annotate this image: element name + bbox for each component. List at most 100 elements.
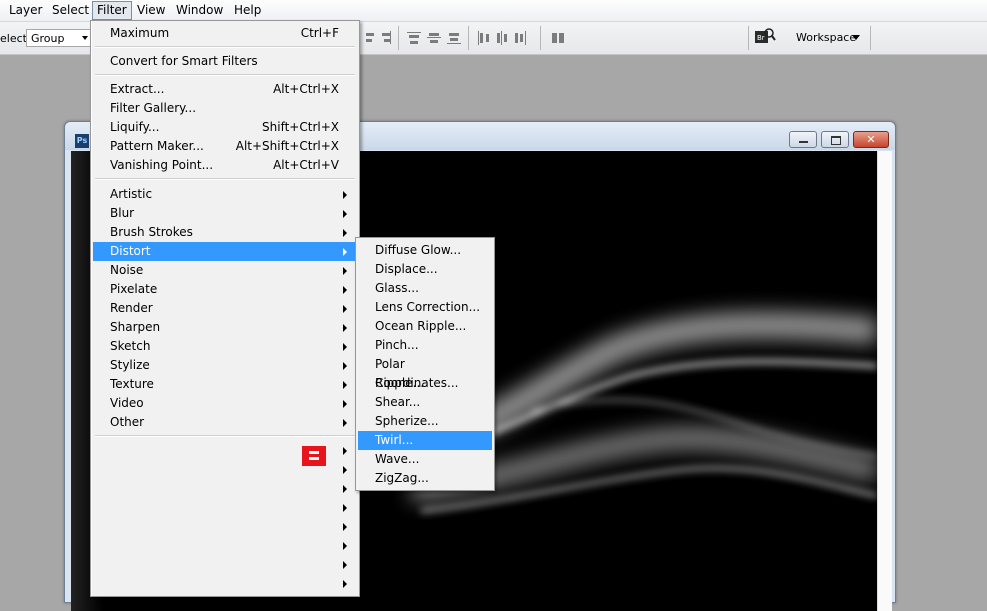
distribute-bottom-icon[interactable] [446, 30, 462, 46]
menu-item-plugin[interactable] [93, 498, 355, 517]
submenu-arrow-icon [343, 504, 347, 512]
menu-item-label: Pattern Maker... [110, 139, 204, 153]
menu-item-stylize[interactable]: Stylize [93, 356, 355, 375]
align-right-icon[interactable] [376, 30, 392, 46]
menu-item-extract[interactable]: Extract... Alt+Ctrl+X [93, 80, 355, 99]
toolbar-separator [870, 26, 871, 50]
menu-item-convert-smart-filters[interactable]: Convert for Smart Filters [93, 52, 355, 71]
menu-item-shortcut: Shift+Ctrl+X [262, 120, 339, 134]
menu-item-blur[interactable]: Blur [93, 204, 355, 223]
submenu-item-ripple[interactable]: Ripple... [358, 374, 492, 393]
menu-item-brush-strokes[interactable]: Brush Strokes [93, 223, 355, 242]
submenu-arrow-icon [343, 400, 347, 408]
menu-item-label: Lens Correction... [375, 300, 481, 314]
submenu-arrow-icon [343, 324, 347, 332]
auto-select-dropdown[interactable]: Group [26, 29, 92, 47]
menu-item-vanishing-point[interactable]: Vanishing Point... Alt+Ctrl+V [93, 156, 355, 175]
menu-item-plugin[interactable] [93, 536, 355, 555]
distribute-top-icon[interactable] [406, 30, 422, 46]
workspace-button[interactable]: Workspace [796, 31, 856, 44]
menu-separator [95, 74, 355, 76]
submenu-item-zigzag[interactable]: ZigZag... [358, 469, 492, 488]
menu-item-pattern-maker[interactable]: Pattern Maker... Alt+Shift+Ctrl+X [93, 137, 355, 156]
menubar: Layer Select Filter View Window Help [0, 0, 987, 22]
menu-item-plugin[interactable] [93, 555, 355, 574]
photoshop-icon: Ps [75, 134, 89, 148]
menu-item-plugin[interactable] [93, 574, 355, 593]
menu-separator [95, 435, 355, 437]
menu-item-noise[interactable]: Noise [93, 261, 355, 280]
minimize-button[interactable] [789, 131, 817, 148]
menu-item-video[interactable]: Video [93, 394, 355, 413]
distort-submenu: Diffuse Glow... Displace... Glass... Len… [355, 237, 495, 491]
menu-item-sharpen[interactable]: Sharpen [93, 318, 355, 337]
toolbar-separator [540, 26, 541, 50]
menu-item-sketch[interactable]: Sketch [93, 337, 355, 356]
submenu-arrow-icon [343, 362, 347, 370]
menu-item-liquify[interactable]: Liquify... Shift+Ctrl+X [93, 118, 355, 137]
submenu-arrow-icon [343, 466, 347, 474]
menu-view[interactable]: View [133, 2, 169, 19]
distribute-vcenter-icon[interactable] [426, 30, 442, 46]
menu-item-shortcut: Alt+Ctrl+X [273, 82, 339, 96]
toolbar-separator [398, 26, 399, 50]
distribute-hcenter-icon[interactable] [494, 30, 510, 46]
submenu-arrow-icon [343, 447, 347, 455]
menu-item-label: Displace... [375, 262, 438, 276]
vertical-scrollbar[interactable] [877, 151, 892, 611]
menu-select[interactable]: Select [48, 2, 93, 19]
auto-align-icon[interactable] [550, 30, 566, 46]
distribute-left-icon[interactable] [476, 30, 492, 46]
menu-item-pixelate[interactable]: Pixelate [93, 280, 355, 299]
close-button[interactable]: ✕ [853, 131, 889, 148]
submenu-arrow-icon [343, 210, 347, 218]
submenu-item-spherize[interactable]: Spherize... [358, 412, 492, 431]
menu-item-label: Shear... [375, 395, 421, 409]
menu-item-distort[interactable]: Distort [93, 242, 355, 261]
menu-item-plugin[interactable] [93, 517, 355, 536]
menu-item-label: Pinch... [375, 338, 419, 352]
submenu-item-lens-correction[interactable]: Lens Correction... [358, 298, 492, 317]
menu-item-label: Extract... [110, 82, 165, 96]
submenu-item-polar-coordinates[interactable]: Polar Coordinates... [358, 355, 492, 390]
menu-item-filter-gallery[interactable]: Filter Gallery... [93, 99, 355, 118]
maximize-button[interactable] [821, 131, 849, 148]
menu-item-maximum[interactable]: Maximum Ctrl+F [93, 24, 355, 43]
menu-layer[interactable]: Layer [5, 2, 46, 19]
menu-item-label: Liquify... [110, 120, 160, 134]
menu-item-other[interactable]: Other [93, 413, 355, 432]
submenu-item-shear[interactable]: Shear... [358, 393, 492, 412]
menu-item-label: Texture [110, 377, 154, 391]
menu-item-label: Sharpen [110, 320, 161, 334]
submenu-arrow-icon [343, 343, 347, 351]
menu-item-texture[interactable]: Texture [93, 375, 355, 394]
auto-select-value: Group [31, 32, 65, 45]
menu-item-label: Distort [110, 244, 151, 258]
menu-item-render[interactable]: Render [93, 299, 355, 318]
submenu-arrow-icon [343, 485, 347, 493]
menu-item-shortcut: Alt+Ctrl+V [273, 158, 339, 172]
submenu-item-ocean-ripple[interactable]: Ocean Ripple... [358, 317, 492, 336]
submenu-item-diffuse-glow[interactable]: Diffuse Glow... [358, 241, 492, 260]
submenu-item-twirl[interactable]: Twirl... [358, 431, 492, 450]
menu-help[interactable]: Help [230, 2, 265, 19]
submenu-item-glass[interactable]: Glass... [358, 279, 492, 298]
menu-item-label: Filter Gallery... [110, 101, 197, 115]
distribute-right-icon[interactable] [512, 30, 528, 46]
menu-item-label: Twirl... [375, 433, 414, 447]
menu-filter[interactable]: Filter [92, 1, 132, 20]
submenu-arrow-icon [343, 191, 347, 199]
submenu-item-displace[interactable]: Displace... [358, 260, 492, 279]
menu-item-label: Ripple... [375, 376, 425, 390]
submenu-item-pinch[interactable]: Pinch... [358, 336, 492, 355]
menu-item-artistic[interactable]: Artistic [93, 185, 355, 204]
menu-item-label: Blur [110, 206, 135, 220]
bridge-icon[interactable]: Br [754, 27, 776, 45]
submenu-item-wave[interactable]: Wave... [358, 450, 492, 469]
menu-window[interactable]: Window [172, 2, 227, 19]
menu-item-label: Convert for Smart Filters [110, 54, 258, 68]
submenu-arrow-icon [343, 286, 347, 294]
menu-item-label: Glass... [375, 281, 419, 295]
menu-item-plugin[interactable] [93, 479, 355, 498]
svg-text:Br: Br [757, 34, 765, 42]
